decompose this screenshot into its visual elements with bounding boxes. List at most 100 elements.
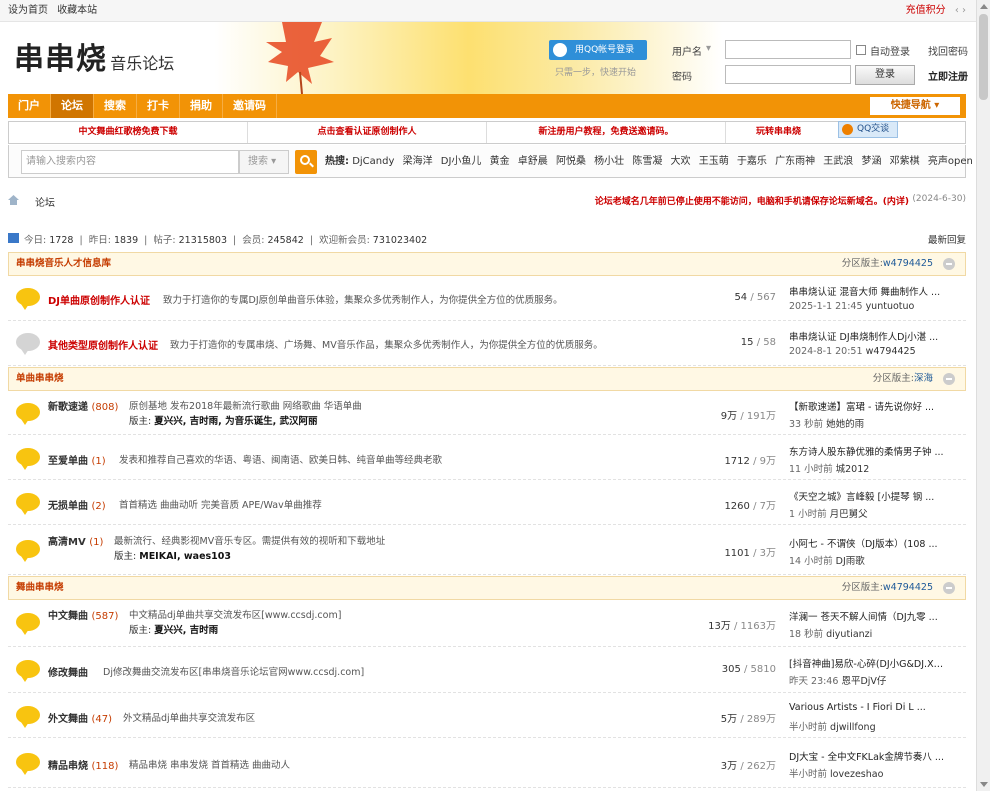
qq-login-label: 用QQ帐号登录 (575, 45, 635, 55)
hot-item[interactable]: 陈雪凝 (632, 156, 662, 167)
thread-count: 9万 (720, 410, 738, 422)
nav-item-forum[interactable]: 论坛 (51, 94, 94, 118)
credit-link[interactable]: 充值积分 (906, 5, 946, 16)
forum-name[interactable]: 高清MV (1) (48, 533, 103, 548)
moderators-names[interactable]: 夏兴兴, 吉时雨 (154, 625, 218, 636)
domain-notice[interactable]: 论坛老域名几年前已停止使用不能访问，电脑和手机请保存论坛新域名。(内详) (595, 194, 909, 207)
collapse-icon[interactable] (943, 258, 955, 270)
moderator-name[interactable]: w4794425 (883, 582, 933, 593)
hot-item[interactable]: 黄金 (490, 156, 510, 167)
last-post-user[interactable]: djwillfong (830, 722, 876, 733)
qq-login-hint: 只需一步，快速开始 (555, 68, 637, 78)
forum-name[interactable]: 中文舞曲 (587) (48, 607, 118, 622)
hot-item[interactable]: 卓舒晨 (518, 156, 548, 167)
promo-link-1[interactable]: 中文舞曲红歌榜免费下载 (9, 122, 248, 143)
hot-item[interactable]: 杨小壮 (594, 156, 624, 167)
last-post-user[interactable]: w4794425 (866, 346, 916, 357)
last-post-user[interactable]: 恩平DjV仔 (841, 676, 886, 687)
moderator-name[interactable]: w4794425 (883, 258, 933, 269)
nav-item-search[interactable]: 搜索 (94, 94, 137, 118)
bookmark-link[interactable]: 收藏本站 (57, 5, 97, 16)
last-post-title[interactable]: 洋澜一 苍天不解人间情（DJ九零 ... (789, 609, 944, 623)
forum-name[interactable]: 无损单曲 (2) (48, 497, 106, 512)
arrows-icon[interactable]: ‹ › (955, 5, 966, 16)
last-post-user[interactable]: diyutianzi (826, 629, 872, 640)
last-post-user[interactable]: 城2012 (836, 464, 870, 475)
collapse-icon[interactable] (943, 373, 955, 385)
password-input[interactable] (725, 65, 851, 84)
register-link[interactable]: 立即注册 (928, 68, 968, 83)
forgot-password-link[interactable]: 找回密码 (928, 43, 968, 58)
breadcrumb-current[interactable]: 论坛 (35, 194, 55, 209)
scrollbar[interactable] (976, 0, 990, 791)
last-post-title[interactable]: 《天空之城》言峰毅 [小提琴 钢 ... (789, 489, 944, 503)
quick-nav-button[interactable]: 快捷导航 ▾ (870, 97, 960, 115)
hot-item[interactable]: 阿悦桑 (556, 156, 586, 167)
hot-item[interactable]: 大欢 (671, 156, 691, 167)
nav-item-invite[interactable]: 邀请码 (223, 94, 277, 118)
hot-item[interactable]: 梁海洋 (403, 156, 433, 167)
hot-item[interactable]: 邓紫棋 (890, 156, 920, 167)
moderator-name[interactable]: 深海 (914, 373, 933, 384)
forum-name[interactable]: 其他类型原创制作人认证 (48, 337, 158, 352)
moderators-names[interactable]: MEIKAI, waes103 (139, 551, 231, 562)
qq-login-button[interactable]: 用QQ帐号登录 (549, 40, 647, 60)
last-post-time: 11 小时前 (789, 463, 833, 475)
last-post-title[interactable]: 串串烧认证 DJ串烧制作人Dj小湛 ... (789, 329, 944, 343)
last-post-user[interactable]: yuntuotuo (866, 301, 915, 312)
hot-item[interactable]: 亮声open (928, 156, 973, 167)
collapse-icon[interactable] (943, 582, 955, 594)
last-post-title[interactable]: 小阿七 - 不谓侠（DJ版本）(108 ... (789, 536, 944, 550)
search-button[interactable] (295, 150, 317, 174)
forum-name[interactable]: 外文舞曲 (47) (48, 710, 112, 725)
last-post-title[interactable]: DJ大宝 - 全中文FKLak金牌节奏八 ... (789, 749, 944, 763)
login-button[interactable]: 登录 (855, 65, 915, 85)
hot-item[interactable]: 王玉萌 (699, 156, 729, 167)
chevron-down-icon[interactable]: ▾ (706, 43, 711, 54)
category-name[interactable]: 舞曲串串烧 (16, 582, 64, 593)
last-post-title[interactable]: 串串烧认证 混音大师 舞曲制作人 ... (789, 284, 944, 298)
nav-item-checkin[interactable]: 打卡 (137, 94, 180, 118)
last-post-user[interactable]: 她她的雨 (826, 419, 864, 430)
last-post-user[interactable]: DJ雨歌 (836, 556, 865, 567)
forum-name[interactable]: 新歌速递 (808) (48, 398, 118, 413)
scroll-down-icon[interactable] (980, 782, 988, 787)
site-logo[interactable]: 串串烧 音乐论坛 (14, 34, 174, 78)
username-input[interactable] (725, 40, 851, 59)
last-post-meta: 2025-1-1 21:45 yuntuotuo (789, 301, 914, 312)
last-post-title[interactable]: [抖音神曲]易欣-心碎(DJ小G&DJ.X ... (789, 656, 944, 670)
home-icon[interactable] (8, 195, 19, 205)
category-name[interactable]: 串串烧音乐人才信息库 (16, 258, 111, 269)
forum-name[interactable]: 修改舞曲 (48, 664, 88, 679)
hot-item[interactable]: 梦涵 (861, 156, 881, 167)
promo-link-2[interactable]: 点击查看认证原创制作人 (248, 122, 487, 143)
forum-counts: 5万 / 289万 (721, 710, 776, 725)
last-post-user[interactable]: 月巴舅父 (830, 509, 868, 520)
latest-reply-link[interactable]: 最新回复 (928, 232, 966, 246)
nav-item-donate[interactable]: 捐助 (180, 94, 223, 118)
last-post-title[interactable]: Various Artists - I Fiori Di L ... (789, 702, 944, 713)
promo-link-3[interactable]: 新注册用户教程，免费送邀请码。 (487, 122, 726, 143)
hot-item[interactable]: 广东雨神 (775, 156, 815, 167)
hot-item[interactable]: DjCandy (352, 156, 394, 167)
forum-name[interactable]: DJ单曲原创制作人认证 (48, 292, 150, 307)
last-post-title[interactable]: 东方诗人股东静优雅的柔情男子钟 ... (789, 444, 944, 458)
newest-member[interactable]: 731023402 (373, 235, 427, 246)
scroll-up-icon[interactable] (980, 4, 988, 9)
qq-talk-button[interactable]: QQ交谈 (838, 121, 898, 138)
auto-login-checkbox[interactable] (856, 45, 866, 55)
hot-item[interactable]: 王武浪 (823, 156, 853, 167)
search-input[interactable]: 请输入搜索内容 (21, 150, 239, 174)
hot-item[interactable]: DJ小鱼儿 (441, 156, 482, 167)
forum-name[interactable]: 至爱单曲 (1) (48, 452, 106, 467)
category-name[interactable]: 单曲串串烧 (16, 373, 64, 384)
last-post-user[interactable]: lovezeshao (830, 769, 883, 780)
scroll-thumb[interactable] (979, 14, 988, 100)
last-post-title[interactable]: 【新歌速递】富珺 - 请先说你好 ... (789, 399, 944, 413)
nav-item-portal[interactable]: 门户 (8, 94, 51, 118)
moderators-names[interactable]: 夏兴兴, 吉时雨, 为音乐诞生, 武汉阿丽 (154, 416, 317, 427)
search-type-select[interactable]: 搜索 ▾ (239, 150, 289, 174)
hot-item[interactable]: 于嘉乐 (737, 156, 767, 167)
set-home-link[interactable]: 设为首页 (8, 5, 48, 16)
forum-name[interactable]: 精品串烧 (118) (48, 757, 118, 772)
